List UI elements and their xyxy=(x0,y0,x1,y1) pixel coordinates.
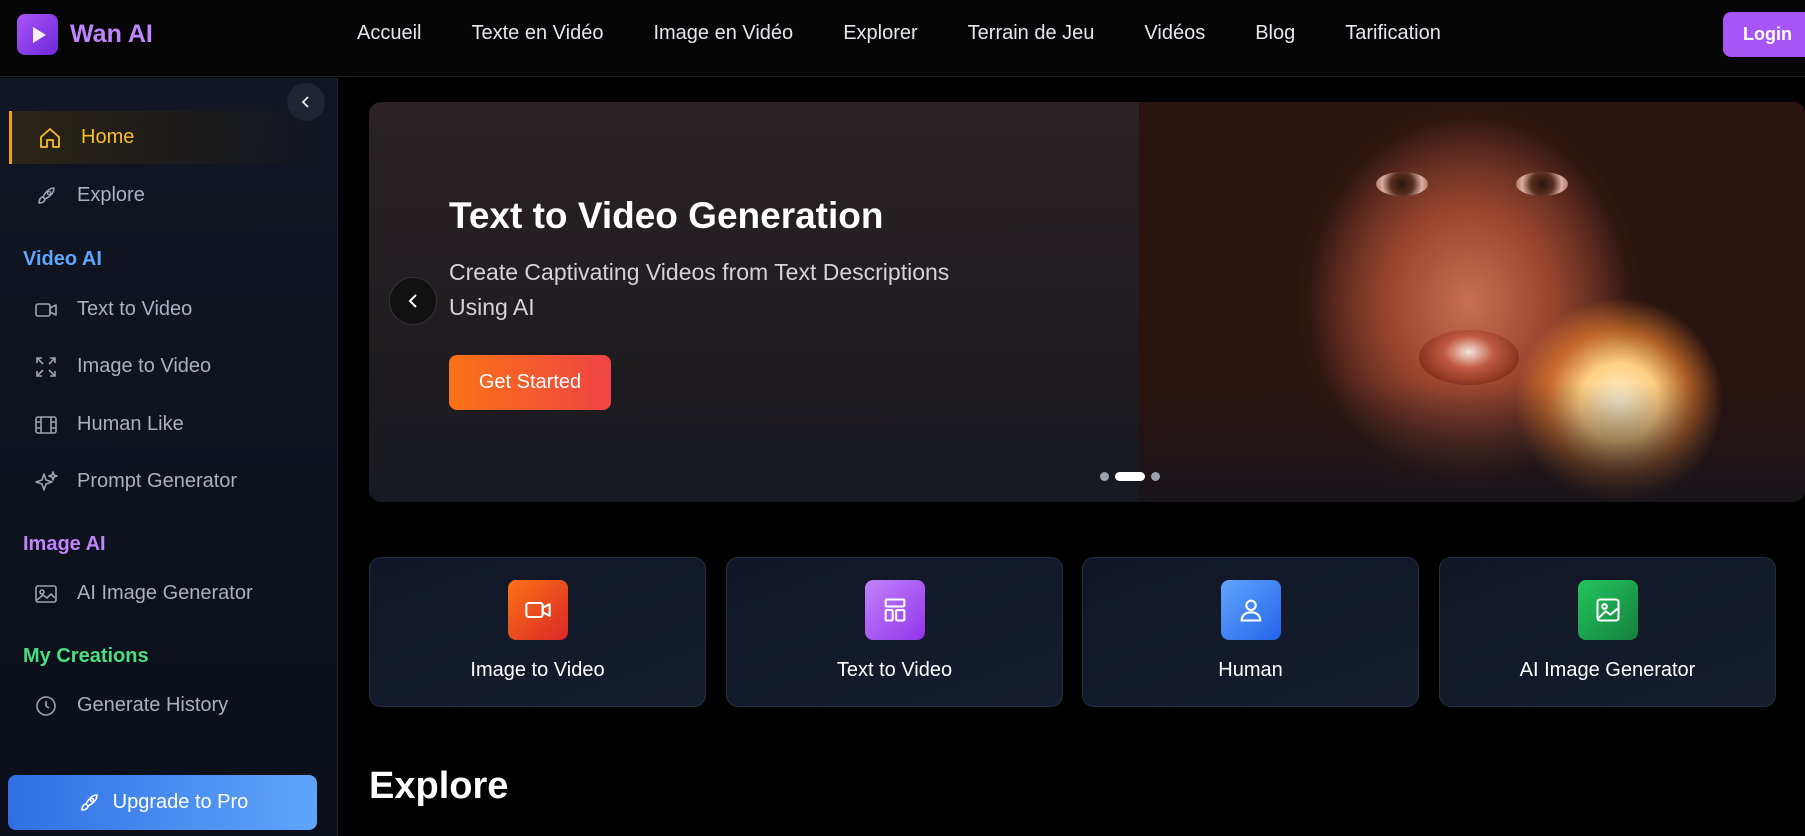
card-label: AI Image Generator xyxy=(1519,659,1696,681)
sidebar-item-prompt-generator[interactable]: Prompt Generator xyxy=(9,455,319,508)
nav-item-image-en-video[interactable]: Image en Vidéo xyxy=(653,22,793,45)
feature-card-human[interactable]: Human xyxy=(1082,557,1419,707)
main-nav: Accueil Texte en Vidéo Image en Vidéo Ex… xyxy=(357,22,1491,45)
hero-image-detail xyxy=(1516,172,1568,196)
sidebar-item-text-to-video[interactable]: Text to Video xyxy=(9,283,319,336)
expand-icon xyxy=(33,354,59,380)
film-icon xyxy=(33,412,59,438)
nav-item-terrain-de-jeu[interactable]: Terrain de Jeu xyxy=(968,22,1095,45)
carousel-dot-active[interactable] xyxy=(1115,472,1145,481)
sidebar-item-label: Explore xyxy=(77,184,145,206)
sidebar-item-label: Image to Video xyxy=(77,355,212,377)
nav-item-tarification[interactable]: Tarification xyxy=(1345,22,1441,45)
hero-image-fade xyxy=(1139,382,1805,502)
get-started-button[interactable]: Get Started xyxy=(449,355,611,410)
hero-image-detail xyxy=(1419,330,1519,385)
hero-carousel: Text to Video Generation Create Captivat… xyxy=(369,102,1805,502)
home-icon xyxy=(37,125,63,151)
video-camera-icon xyxy=(33,297,59,323)
carousel-indicators xyxy=(1100,472,1160,481)
play-logo-icon xyxy=(17,14,58,55)
sidebar: Home Explore Video AI Text to Video Imag… xyxy=(0,78,338,836)
clock-icon xyxy=(33,693,59,719)
section-heading-video-ai: Video AI xyxy=(23,248,102,270)
sidebar-item-label: Human Like xyxy=(77,413,184,435)
sidebar-item-human-like[interactable]: Human Like xyxy=(9,398,319,451)
nav-item-accueil[interactable]: Accueil xyxy=(357,22,421,45)
hero-image-detail xyxy=(1376,172,1428,196)
feature-card-text-to-video[interactable]: Text to Video xyxy=(726,557,1063,707)
image-icon xyxy=(33,581,59,607)
sidebar-item-label: Generate History xyxy=(77,694,229,716)
sidebar-item-label: Home xyxy=(81,126,135,148)
hero-title: Text to Video Generation xyxy=(449,195,884,236)
video-camera-icon xyxy=(507,580,568,640)
card-label: Text to Video xyxy=(836,659,953,681)
login-button[interactable]: Login xyxy=(1723,12,1805,57)
card-label: Human xyxy=(1218,659,1283,681)
sidebar-item-home[interactable]: Home xyxy=(9,111,319,164)
upgrade-to-pro-button[interactable]: Upgrade to Pro xyxy=(8,775,317,830)
hero-subtitle: Create Captivating Videos from Text Desc… xyxy=(449,259,950,320)
layout-icon xyxy=(864,580,925,640)
brand[interactable]: Wan AI xyxy=(17,14,153,55)
sidebar-item-ai-image-generator[interactable]: AI Image Generator xyxy=(9,567,319,620)
sparkles-icon xyxy=(33,469,59,495)
sidebar-item-image-to-video[interactable]: Image to Video xyxy=(9,340,319,393)
nav-item-blog[interactable]: Blog xyxy=(1255,22,1295,45)
feature-card-image-to-video[interactable]: Image to Video xyxy=(369,557,706,707)
carousel-prev-button[interactable] xyxy=(389,277,437,325)
card-label: Image to Video xyxy=(470,659,605,681)
chevron-left-icon xyxy=(408,294,417,308)
sidebar-item-explore[interactable]: Explore xyxy=(9,169,319,222)
explore-heading: Explore xyxy=(369,765,509,807)
sidebar-item-label: Prompt Generator xyxy=(77,470,238,492)
carousel-dot[interactable] xyxy=(1151,472,1160,481)
rocket-icon xyxy=(33,183,59,209)
brand-name: Wan AI xyxy=(70,20,153,48)
nav-item-explorer[interactable]: Explorer xyxy=(843,22,917,45)
user-icon xyxy=(1220,580,1281,640)
sidebar-item-label: AI Image Generator xyxy=(77,582,253,604)
feature-card-ai-image-generator[interactable]: AI Image Generator xyxy=(1439,557,1776,707)
image-icon xyxy=(1577,580,1638,640)
rocket-icon xyxy=(77,791,101,815)
carousel-dot[interactable] xyxy=(1100,472,1109,481)
section-heading-my-creations: My Creations xyxy=(23,645,149,667)
section-heading-image-ai: Image AI xyxy=(23,533,106,555)
nav-item-texte-en-video[interactable]: Texte en Vidéo xyxy=(471,22,603,45)
nav-item-videos[interactable]: Vidéos xyxy=(1144,22,1205,45)
upgrade-label: Upgrade to Pro xyxy=(112,791,249,813)
chevron-left-icon xyxy=(301,96,309,108)
sidebar-item-label: Text to Video xyxy=(77,298,193,320)
top-nav-bar: Wan AI Accueil Texte en Vidéo Image en V… xyxy=(0,0,1805,77)
sidebar-item-generate-history[interactable]: Generate History xyxy=(9,679,319,732)
hero-image xyxy=(1139,102,1805,502)
